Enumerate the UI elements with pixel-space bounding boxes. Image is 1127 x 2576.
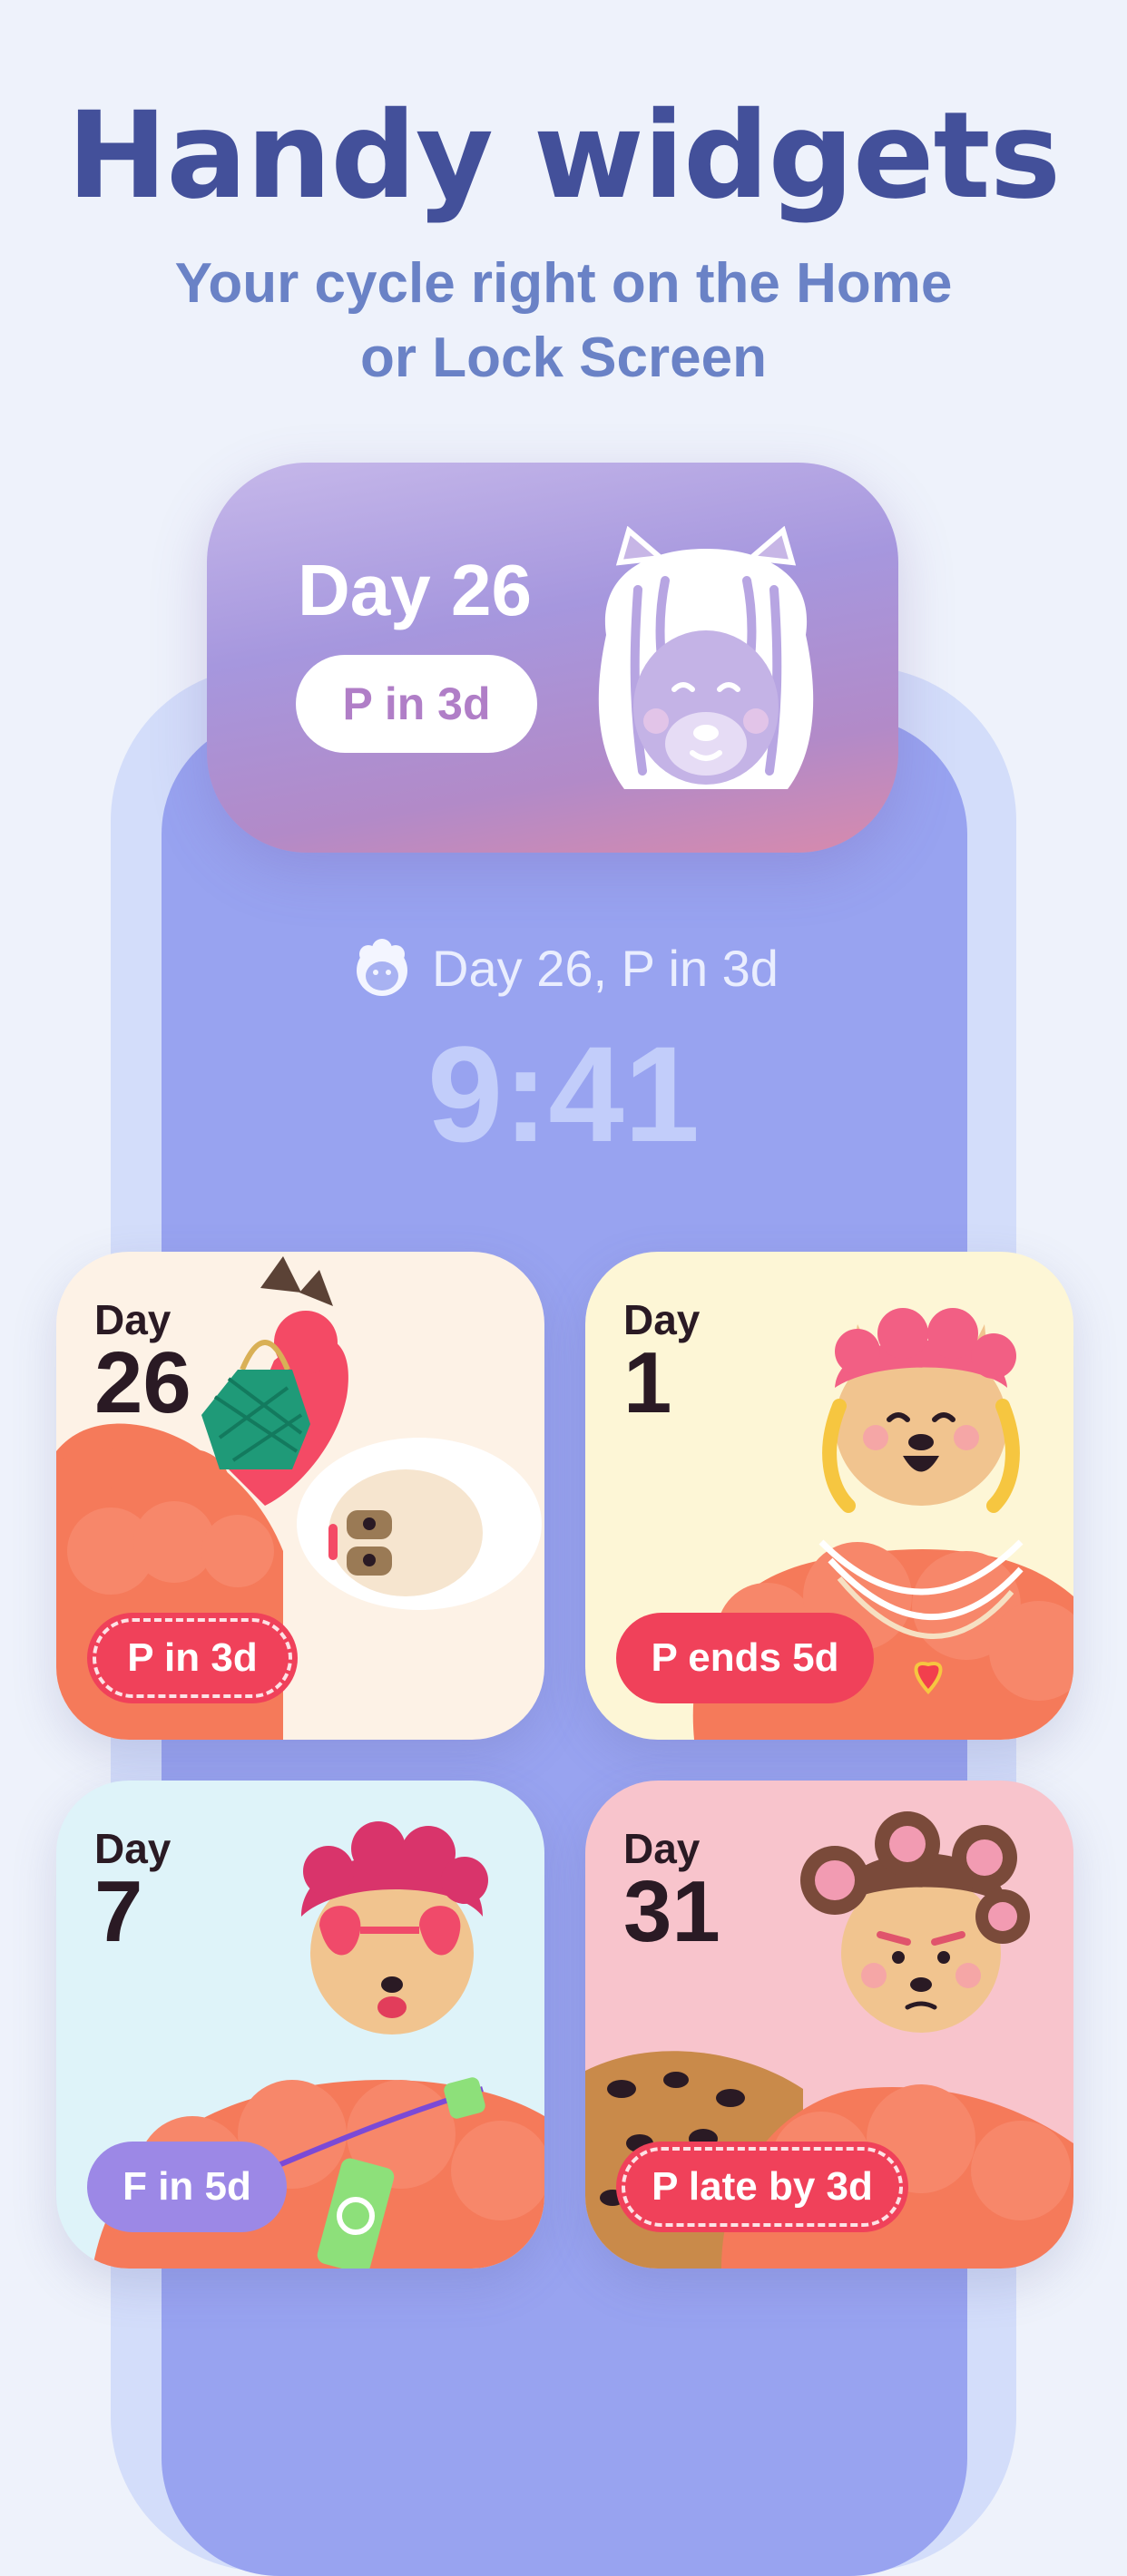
page-title: Handy widgets [66,86,1061,226]
subtitle-line-2: or Lock Screen [360,327,767,389]
card-period-pill: P ends 5d [616,1613,874,1703]
lock-screen-widget-large[interactable]: Day 26 P in 3d [207,463,898,853]
card-period-late-pill: P late by 3d [616,2142,908,2232]
subtitle-line-1: Your cycle right on the Home [174,252,953,315]
card-fertile-pill: F in 5d [87,2142,287,2232]
lock-screen-status: Day 26, P in 3d [0,934,1127,1001]
widget-card-day-26[interactable]: Day 26 P in 3d [56,1252,544,1740]
widget-card-day-31[interactable]: Day 31 P late by 3d [585,1781,1073,2269]
card-day-number: 26 [94,1334,191,1431]
widget-card-day-1[interactable]: Day 1 P ends 5d [585,1252,1073,1740]
lock-screen-status-text: Day 26, P in 3d [432,939,779,997]
card-day-number: 7 [94,1863,143,1960]
page-subtitle: Your cycle right on the Home or Lock Scr… [0,247,1127,395]
llama-face-outline-icon [598,526,814,789]
widget-period-pill: P in 3d [296,655,537,753]
card-period-pill: P in 3d [87,1613,298,1703]
llama-head-icon [357,939,408,996]
widget-card-day-7[interactable]: Day 7 F in 5d [56,1781,544,2269]
lock-screen-clock: 9:41 [426,1018,701,1170]
card-day-number: 31 [623,1863,720,1960]
card-day-number: 1 [623,1334,672,1431]
widget-day-label: Day 26 [298,550,532,630]
